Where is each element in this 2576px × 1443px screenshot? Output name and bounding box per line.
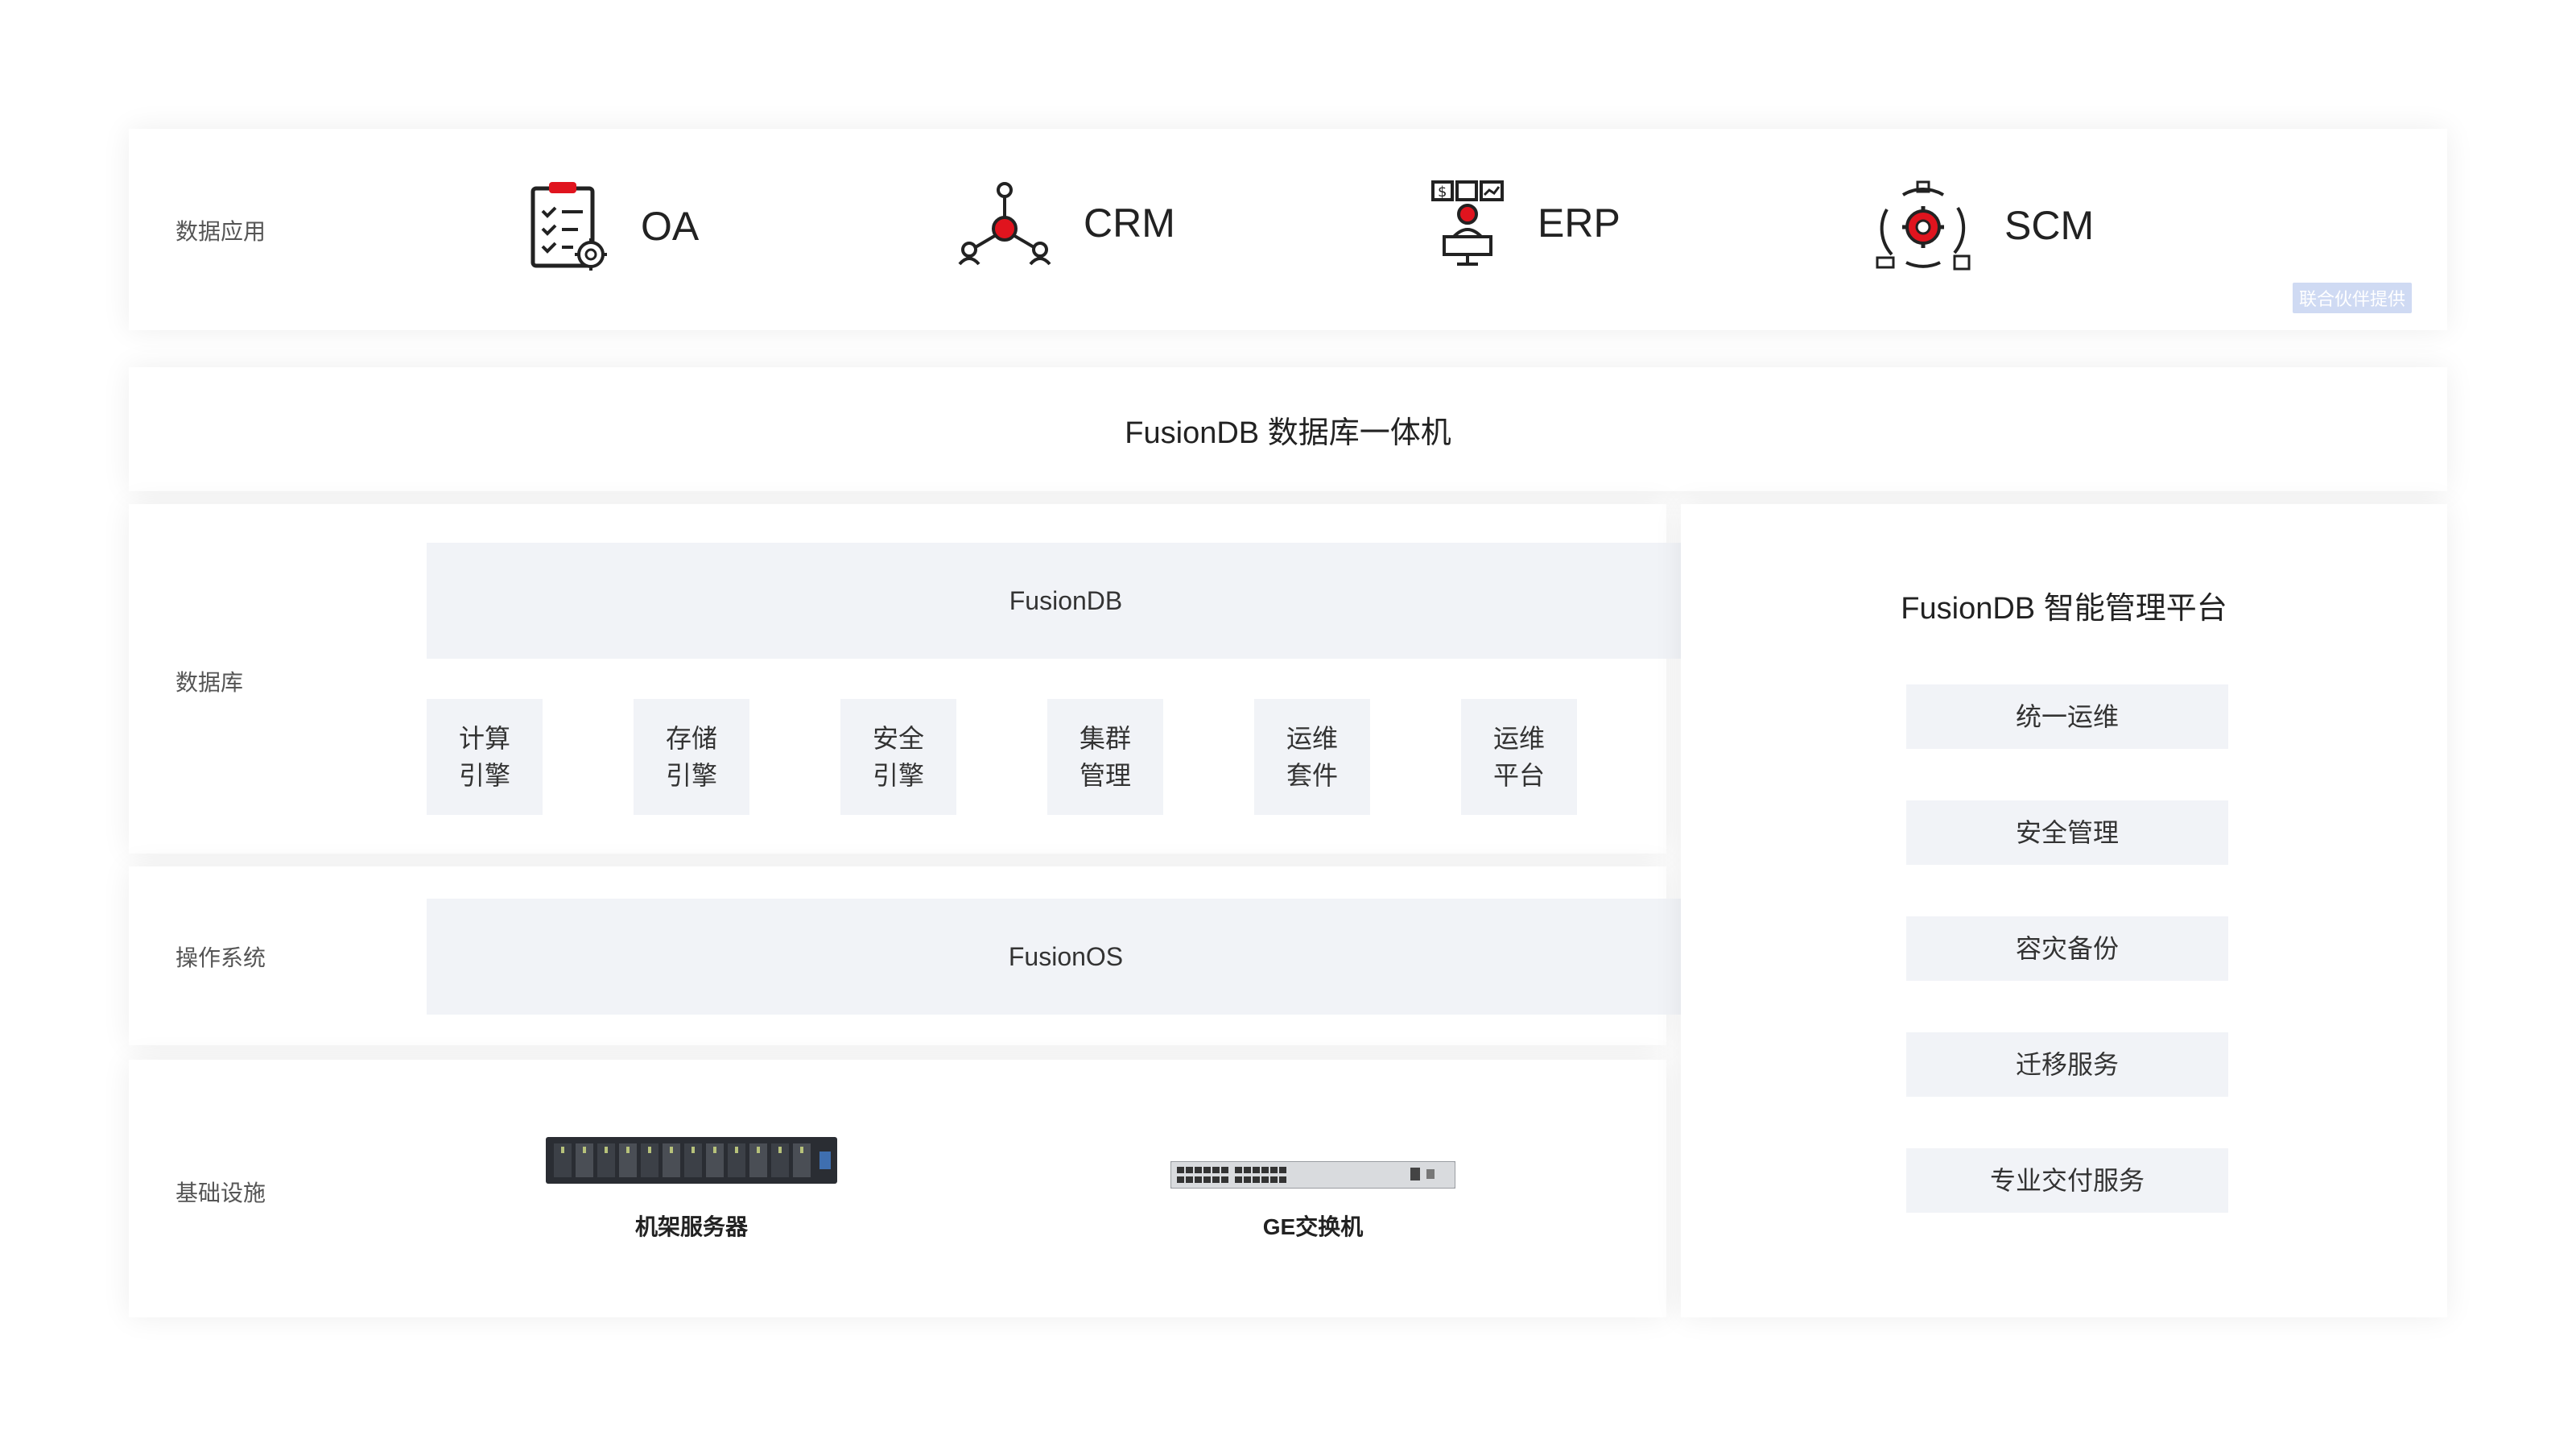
infra-panel: 基础设施 机架服务器 GE交换机 <box>129 1060 1666 1317</box>
clipboard-gear-icon <box>530 182 607 271</box>
management-title: FusionDB 智能管理平台 <box>1901 592 2227 626</box>
app-name-scm: SCM <box>2004 203 2095 248</box>
fusiondb-block: FusionDB <box>427 543 1705 659</box>
database-panel: 数据库 FusionDB 计算 引擎 存储 引擎 安全 引擎 集群 管理 运维 套件 运维… <box>129 504 1705 854</box>
rack-server-label: 机架服务器 <box>634 1214 748 1239</box>
database-module: 运维 平台 <box>1461 699 1577 815</box>
app-erp[interactable]: $ ERP <box>1430 179 1620 267</box>
rack-server-icon <box>546 1137 837 1184</box>
management-item[interactable]: 安全管理 <box>1906 800 2228 865</box>
layer-label-os: 操作系统 <box>175 945 266 970</box>
data-apps-panel: 数据应用 OA CRM $ ERP SCM 联合伙伴提供 <box>129 129 2447 330</box>
app-crm[interactable]: CRM <box>958 179 1175 267</box>
os-panel: 操作系统 FusionOS <box>129 866 1705 1045</box>
management-item[interactable]: 迁移服务 <box>1906 1032 2228 1097</box>
management-item[interactable]: 统一运维 <box>1906 684 2228 749</box>
app-name-oa: OA <box>641 204 700 249</box>
network-hub-icon <box>958 182 1051 266</box>
database-module: 集群 管理 <box>1047 699 1163 815</box>
appliance-title-panel: FusionDB 数据库一体机 <box>129 367 2447 491</box>
management-panel: FusionDB 智能管理平台 统一运维安全管理容灾备份迁移服务专业交付服务 <box>1681 504 2447 1317</box>
management-item[interactable]: 专业交付服务 <box>1906 1148 2228 1213</box>
app-scm[interactable]: SCM <box>1874 179 2094 272</box>
layer-label-infra: 基础设施 <box>175 1180 266 1205</box>
database-module: 存储 引擎 <box>634 699 749 815</box>
app-name-crm: CRM <box>1084 201 1175 246</box>
database-module: 计算 引擎 <box>427 699 543 815</box>
app-oa[interactable]: OA <box>528 179 699 274</box>
database-module: 运维 套件 <box>1254 699 1370 815</box>
finance-desk-icon: $ <box>1431 180 1504 266</box>
layer-label-data-apps: 数据应用 <box>175 219 266 244</box>
ge-switch-label: GE交换机 <box>1262 1214 1364 1239</box>
fusionos-block: FusionOS <box>427 899 1705 1015</box>
layer-label-database: 数据库 <box>175 670 244 695</box>
supply-cycle-icon <box>1876 180 1971 271</box>
appliance-title: FusionDB 数据库一体机 <box>1125 416 1451 450</box>
network-switch-icon <box>1170 1161 1455 1189</box>
app-name-erp: ERP <box>1538 201 1620 246</box>
management-item[interactable]: 容灾备份 <box>1906 916 2228 981</box>
database-module: 安全 引擎 <box>840 699 956 815</box>
svg-text:$: $ <box>1438 184 1447 201</box>
partner-badge: 联合伙伴提供 <box>2293 283 2413 313</box>
